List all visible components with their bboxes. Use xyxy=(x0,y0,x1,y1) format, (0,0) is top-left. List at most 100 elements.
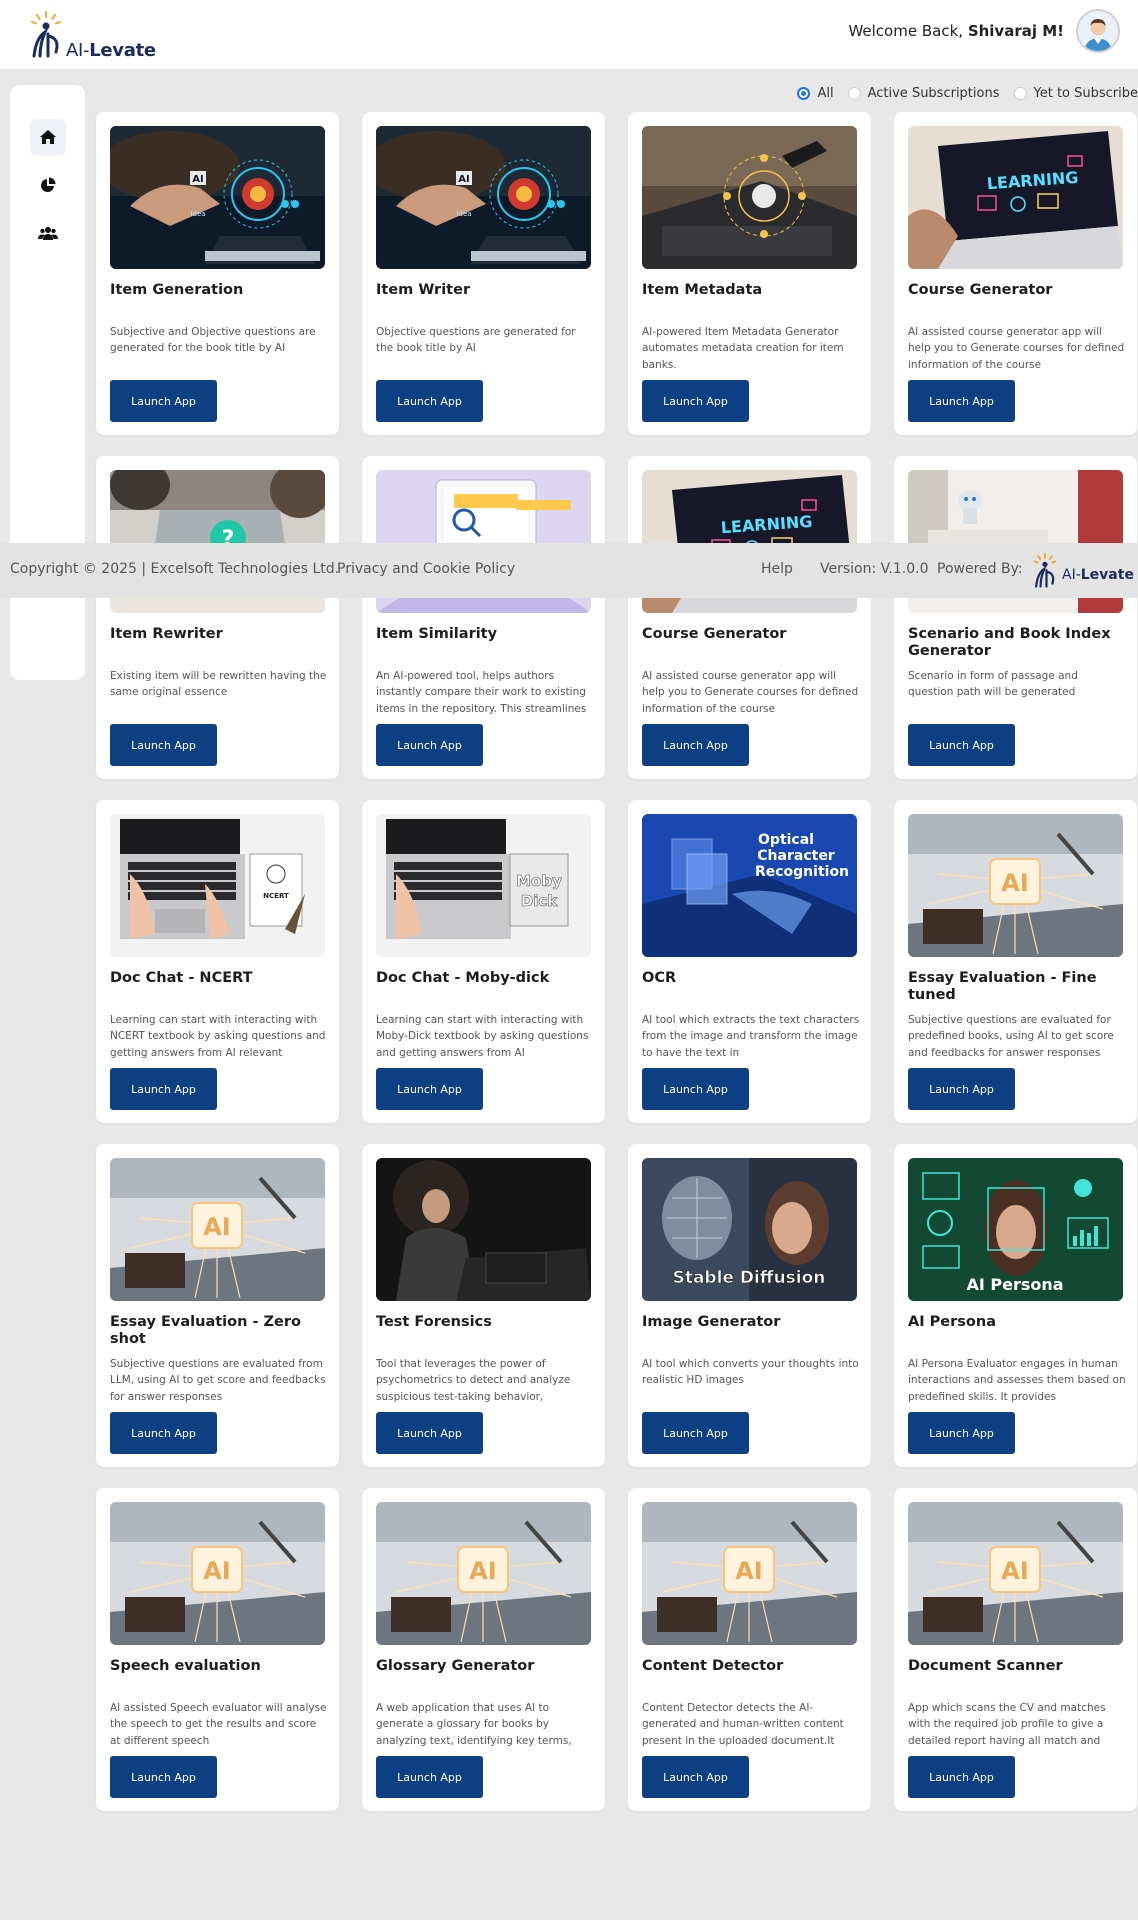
app-thumbnail: AI xyxy=(110,1502,325,1645)
launch-app-button[interactable]: Launch App xyxy=(110,1412,217,1454)
app-description: AI tool which converts your thoughts int… xyxy=(642,1358,859,1387)
app-title: Glossary Generator xyxy=(376,1658,535,1674)
svg-text:AI: AI xyxy=(203,1557,231,1585)
app-card: Item Metadata AI-powered Item Metadata G… xyxy=(628,112,871,435)
svg-text:NCERT: NCERT xyxy=(263,892,289,900)
ai-levate-logo[interactable]: AI-Levate xyxy=(26,8,156,62)
app-title: Document Scanner xyxy=(908,1658,1063,1674)
app-description: AI-powered Item Metadata Generator autom… xyxy=(642,326,844,371)
footer-logo-text-levate: Levate xyxy=(1080,567,1134,583)
launch-app-button[interactable]: Launch App xyxy=(642,1412,749,1454)
logo-text-levate: Levate xyxy=(89,40,156,61)
app-thumbnail xyxy=(376,1158,591,1301)
user-avatar[interactable] xyxy=(1076,9,1120,53)
app-illustration xyxy=(642,126,857,269)
logo-mark-icon xyxy=(1033,553,1057,588)
user-name: Shivaraj M! xyxy=(967,22,1064,40)
app-title: Essay Evaluation - Zero shot xyxy=(110,1314,301,1347)
app-illustration: AI xyxy=(110,1158,325,1301)
launch-app-button[interactable]: Launch App xyxy=(376,1412,483,1454)
svg-text:Stable Diffusion: Stable Diffusion xyxy=(673,1268,826,1288)
app-card: AI Content Detector Content Detector det… xyxy=(628,1488,871,1811)
launch-app-button[interactable]: Launch App xyxy=(110,380,217,422)
app-card: Optical Character Recognition OCR AI too… xyxy=(628,800,871,1123)
launch-app-button[interactable]: Launch App xyxy=(110,724,217,766)
sidebar-item-home[interactable] xyxy=(30,119,66,155)
launch-app-button[interactable]: Launch App xyxy=(908,724,1015,766)
app-description: Subjective and Objective questions are g… xyxy=(110,326,316,355)
app-card: LEARNING Course Generator AI assisted co… xyxy=(894,112,1137,435)
help-link[interactable]: Help xyxy=(761,561,793,577)
launch-app-button[interactable]: Launch App xyxy=(642,724,749,766)
app-description: AI tool which extracts the text characte… xyxy=(642,1014,860,1059)
app-card: Test Forensics Tool that leverages the p… xyxy=(362,1144,605,1467)
app-card: Item Similarity An AI-powered tool, help… xyxy=(362,456,605,779)
app-description: Content Detector detects the AI-generate… xyxy=(642,1702,844,1747)
sidebar-item-users[interactable] xyxy=(30,215,66,251)
app-title: Item Metadata xyxy=(642,282,763,298)
launch-app-button[interactable]: Launch App xyxy=(908,1756,1015,1798)
app-card: AI Glossary Generator A web application … xyxy=(362,1488,605,1811)
app-illustration: AI Idea xyxy=(110,126,325,269)
app-title: Item Generation xyxy=(110,282,244,298)
launch-app-button[interactable]: Launch App xyxy=(376,1756,483,1798)
launch-app-button[interactable]: Launch App xyxy=(908,380,1015,422)
app-description: Learning can start with interacting with… xyxy=(376,1014,589,1059)
app-thumbnail: AI xyxy=(908,1502,1123,1645)
app-description: An AI-powered tool, helps authors instan… xyxy=(376,670,587,715)
launch-app-button[interactable]: Launch App xyxy=(642,1756,749,1798)
logo-text-ai: AI- xyxy=(66,40,90,61)
app-title: Scenario and Book Index Generator xyxy=(908,626,1111,659)
app-illustration xyxy=(376,1158,591,1301)
app-card: LEARNING Course Generator AI assisted co… xyxy=(628,456,871,779)
svg-text:AI Persona: AI Persona xyxy=(966,1275,1063,1294)
app-card: Stable Diffusion Image Generator AI tool… xyxy=(628,1144,871,1467)
filter-yet-to-subscribe[interactable]: Yet to Subscribe xyxy=(1013,86,1138,101)
app-title: Speech evaluation xyxy=(110,1658,261,1674)
sidebar-item-reports[interactable] xyxy=(30,167,66,203)
app-title: Course Generator xyxy=(908,282,1053,298)
app-card: NCERT Doc Chat - NCERT Learning can star… xyxy=(96,800,339,1123)
launch-app-button[interactable]: Launch App xyxy=(376,724,483,766)
footer-logo-text-ai: AI- xyxy=(1062,567,1081,583)
app-title: Course Generator xyxy=(642,626,787,642)
privacy-link[interactable]: Privacy and Cookie Policy xyxy=(337,561,515,577)
app-thumbnail: AI xyxy=(642,1502,857,1645)
app-thumbnail xyxy=(642,126,857,269)
launch-app-button[interactable]: Launch App xyxy=(642,1068,749,1110)
radio-icon xyxy=(1013,87,1027,100)
launch-app-button[interactable]: Launch App xyxy=(376,1068,483,1110)
launch-app-button[interactable]: Launch App xyxy=(908,1068,1015,1110)
app-thumbnail: AI xyxy=(908,814,1123,957)
launch-app-button[interactable]: Launch App xyxy=(110,1756,217,1798)
app-description: Learning can start with interacting with… xyxy=(110,1014,326,1059)
subscription-filter: All Active Subscriptions Yet to Subscrib… xyxy=(783,86,1138,101)
app-illustration: AI xyxy=(110,1502,325,1645)
svg-text:AI: AI xyxy=(1001,1557,1029,1585)
app-thumbnail: Optical Character Recognition xyxy=(642,814,857,957)
radio-icon xyxy=(847,87,861,100)
pie-chart-icon xyxy=(41,177,56,192)
app-header: AI-Levate Welcome Back, Shivaraj M! xyxy=(0,0,1138,70)
app-illustration: LEARNING xyxy=(908,126,1123,269)
app-title: Content Detector xyxy=(642,1658,784,1674)
app-card: AI Essay Evaluation - Zero shot Subjecti… xyxy=(96,1144,339,1467)
welcome-message: Welcome Back, Shivaraj M! xyxy=(848,22,1064,40)
svg-text:AI: AI xyxy=(192,174,203,185)
filter-active-subscriptions[interactable]: Active Subscriptions xyxy=(847,86,1000,101)
app-thumbnail: AI Idea xyxy=(110,126,325,269)
launch-app-button[interactable]: Launch App xyxy=(642,380,749,422)
app-illustration: AI Idea xyxy=(376,126,591,269)
app-illustration: AI xyxy=(642,1502,857,1645)
welcome-prefix: Welcome Back, xyxy=(848,22,964,40)
filter-all[interactable]: All xyxy=(797,86,834,101)
app-title: Item Rewriter xyxy=(110,626,223,642)
svg-text:Moby: Moby xyxy=(516,872,562,890)
app-thumbnail: NCERT xyxy=(110,814,325,957)
launch-app-button[interactable]: Launch App xyxy=(110,1068,217,1110)
app-title: Doc Chat - Moby-dick xyxy=(376,970,550,986)
app-card: AI Persona AI Persona AI Persona Evaluat… xyxy=(894,1144,1137,1467)
svg-text:AI: AI xyxy=(469,1557,497,1585)
launch-app-button[interactable]: Launch App xyxy=(908,1412,1015,1454)
launch-app-button[interactable]: Launch App xyxy=(376,380,483,422)
